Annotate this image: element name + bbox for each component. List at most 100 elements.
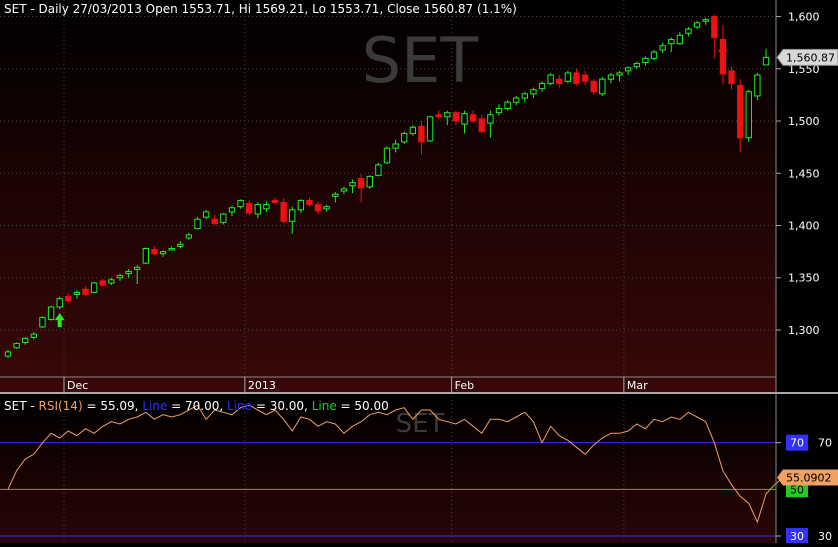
rsi-line70-name: Line — [142, 399, 167, 413]
candle-down — [478, 118, 485, 132]
candle-up — [134, 266, 141, 270]
candle-up — [22, 337, 29, 344]
candle-down — [65, 296, 72, 302]
price-y-tick-label: 1,300 — [788, 324, 820, 337]
candle-up — [513, 97, 520, 103]
candle-up — [39, 316, 46, 328]
candle-up — [495, 107, 503, 114]
candle-up — [616, 72, 623, 76]
candle-down — [418, 125, 425, 143]
candle-up — [254, 204, 261, 215]
candle-up — [116, 275, 124, 279]
price-y-tick-label: 1,500 — [788, 115, 820, 128]
candle-down — [469, 114, 477, 122]
rsi-current-label: 55.0902 — [786, 471, 832, 484]
rsi-y-tick-label: 70 — [818, 437, 832, 450]
candle-up — [564, 72, 572, 82]
rsi-title-prefix: SET - — [4, 399, 39, 413]
candle-up — [220, 213, 227, 223]
candle-up — [168, 247, 175, 251]
x-tick-label: Dec — [67, 379, 88, 392]
candle-up — [375, 164, 382, 176]
candle-down — [211, 218, 218, 224]
candle-up — [426, 116, 434, 142]
candle-up — [461, 113, 468, 125]
candle-down — [280, 202, 287, 222]
x-tick-label: Mar — [627, 379, 648, 392]
rsi-title-name: RSI(14) — [39, 399, 83, 413]
candle-up — [30, 333, 38, 338]
price-y-tick-label: 1,450 — [788, 167, 820, 180]
candle-up — [349, 182, 356, 187]
rsi-line-label: 30 — [790, 530, 804, 543]
candle-down — [246, 203, 253, 214]
candle-up — [650, 51, 658, 59]
x-tick-label: Feb — [455, 379, 474, 392]
candle-down — [581, 74, 589, 82]
candle-up — [521, 93, 528, 99]
candle-up — [659, 45, 666, 51]
candle-down — [306, 199, 313, 206]
candle-up — [504, 101, 511, 109]
candle-up — [263, 204, 270, 210]
candle-up — [297, 199, 305, 211]
candle-up — [642, 57, 649, 64]
candle-up — [159, 251, 167, 255]
candle-up — [444, 112, 451, 118]
candle-up — [702, 19, 709, 22]
rsi-pane-background — [0, 396, 776, 543]
candle-up — [487, 114, 494, 124]
candle-down — [435, 114, 442, 118]
candle-down — [573, 72, 580, 84]
rsi-line50-value: = 50.00 — [337, 399, 389, 413]
candle-up — [4, 351, 12, 357]
rsi-watermark: SET — [396, 409, 445, 439]
candle-up — [401, 133, 408, 143]
candle-up — [547, 74, 554, 84]
candle-up — [56, 298, 63, 308]
candle-up — [366, 175, 373, 188]
candle-down — [556, 78, 563, 84]
price-y-tick-label: 1,400 — [788, 220, 820, 233]
candle-down — [271, 199, 279, 204]
rsi-title-value: = 55.09, — [83, 399, 143, 413]
rsi-line-label: 70 — [790, 437, 804, 450]
rsi-current-tag: 55.0902 — [777, 469, 838, 486]
candle-up — [530, 89, 537, 95]
candle-up — [185, 234, 193, 239]
candle-down — [590, 80, 597, 93]
candle-up — [108, 279, 115, 284]
rsi-y-tick-label: 30 — [818, 530, 832, 543]
candle-up — [392, 143, 399, 149]
chart-canvas: SET SET 1,3001,3501,4001,4501,5001,5501,… — [0, 0, 838, 544]
candle-up — [142, 247, 149, 264]
price-y-tick-label: 1,350 — [788, 272, 820, 285]
candle-up — [340, 188, 348, 192]
candle-up — [668, 39, 675, 45]
candle-up — [409, 126, 417, 135]
rsi-line70-value: = 70.00, — [167, 399, 227, 413]
candle-up — [383, 147, 391, 164]
candle-up — [607, 74, 615, 80]
candle-down — [82, 288, 89, 295]
candle-up — [685, 28, 692, 34]
price-watermark: SET — [362, 24, 480, 97]
price-chart-title: SET - Daily 27/03/2013 Open 1553.71, Hi … — [4, 2, 517, 16]
candle-up — [754, 74, 761, 97]
last-price-label: 1,560.87 — [786, 51, 835, 64]
candle-up — [47, 306, 55, 321]
candle-up — [125, 270, 132, 275]
rsi-line30-name: Line — [227, 399, 252, 413]
rsi-line30-value: = 30.00, — [252, 399, 312, 413]
rsi-y-axis: 7050307030 — [776, 434, 832, 544]
candle-down — [711, 16, 718, 38]
candle-up — [332, 193, 339, 197]
candle-up — [177, 243, 184, 247]
candle-up — [599, 78, 606, 95]
candle-up — [323, 206, 330, 210]
candle-down — [736, 84, 744, 139]
candle-up — [625, 67, 632, 72]
rsi-line50-name: Line — [312, 399, 337, 413]
candle-up — [194, 218, 201, 230]
candle-up — [90, 282, 98, 293]
